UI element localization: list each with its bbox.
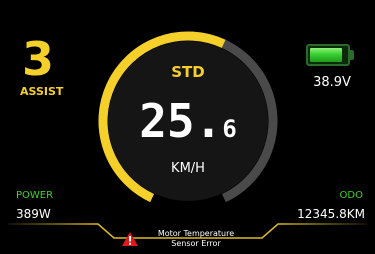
- error-message: Motor Temperature Sensor Error: [146, 229, 246, 249]
- battery-voltage: 38.9V: [313, 75, 351, 90]
- speed-decimal: 6: [222, 115, 237, 143]
- error-message-line-2: Sensor Error: [171, 239, 221, 248]
- power-label: POWER: [16, 190, 54, 201]
- speed-unit: KM/H: [171, 161, 205, 176]
- battery-icon: [306, 44, 354, 66]
- ride-mode: STD: [171, 63, 205, 81]
- power-value: 389W: [16, 207, 51, 221]
- assist-level-value: 3: [22, 32, 55, 86]
- error-message-line-1: Motor Temperature: [157, 229, 235, 238]
- assist-label: ASSIST: [20, 85, 64, 98]
- battery-level-fill: [310, 48, 342, 62]
- speed-integer: 25.: [139, 94, 223, 148]
- ebike-display: 3 ASSIST 38.9V STD 25.6 KM/H POWER 389W …: [0, 0, 375, 254]
- odometer-value: 12345.8KM: [297, 207, 365, 221]
- odometer-label: ODO: [339, 190, 363, 201]
- speed-readout: 25.6: [95, 96, 281, 154]
- battery-body: [306, 44, 350, 66]
- battery-terminal: [350, 50, 354, 60]
- warning-triangle-icon: [122, 232, 138, 246]
